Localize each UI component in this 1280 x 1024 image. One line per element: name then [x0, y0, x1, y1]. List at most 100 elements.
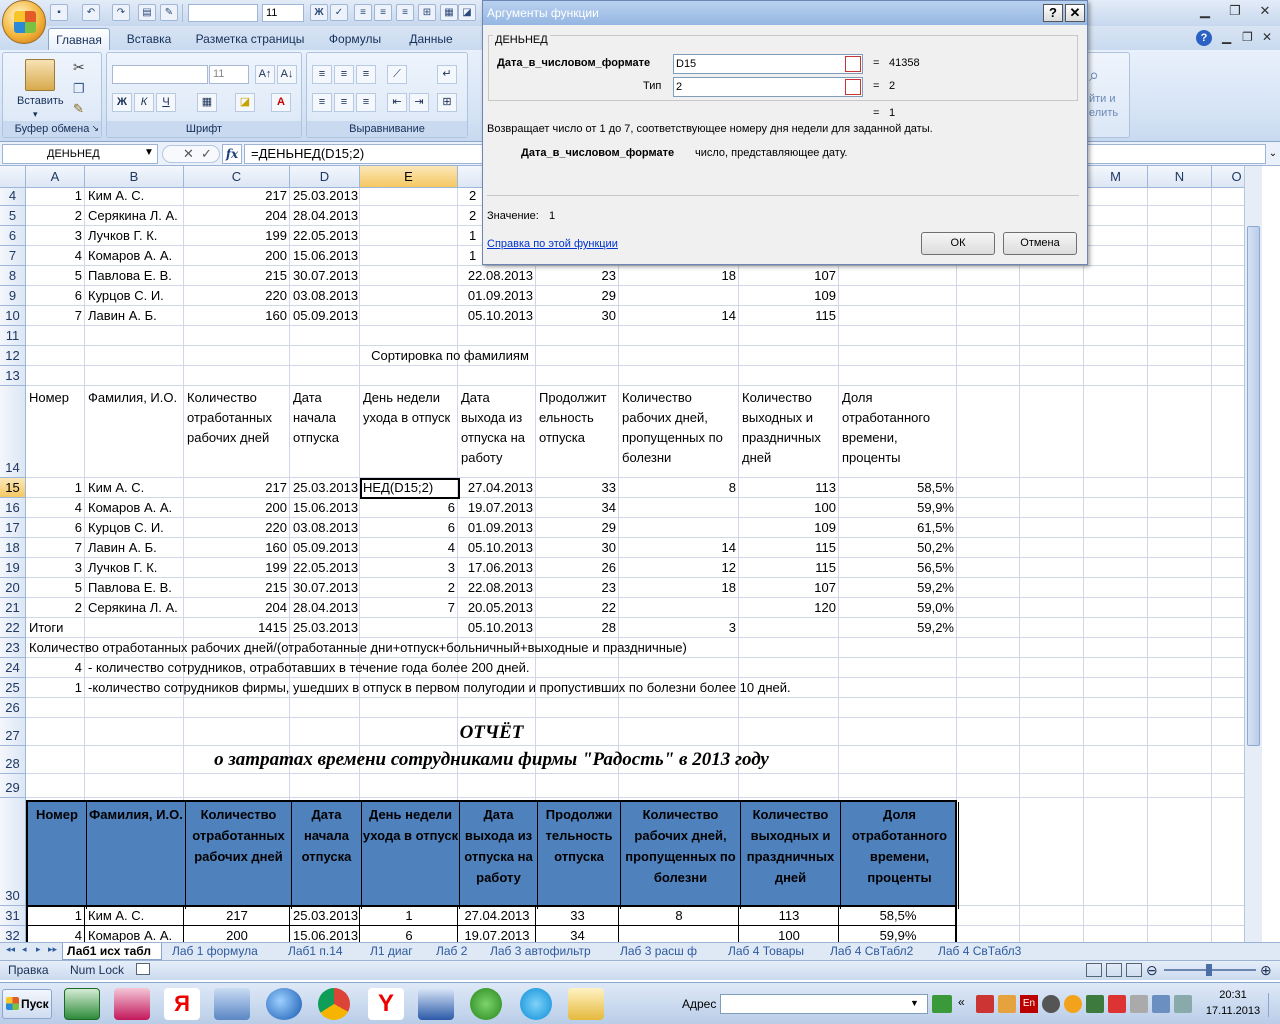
zoom-out-icon[interactable]: ⊖ [1146, 962, 1158, 979]
sheet-nav-prev-icon[interactable]: ◂ [22, 944, 27, 955]
chrome-taskbar-icon[interactable] [318, 988, 350, 1020]
tray-network-icon[interactable] [1130, 995, 1148, 1013]
find-select-label-2[interactable]: елить [1089, 107, 1118, 119]
show-desktop-button[interactable] [1268, 993, 1278, 1017]
row-header-26[interactable]: 26 [0, 698, 26, 718]
row-header-28[interactable]: 28 [0, 746, 26, 774]
qat-font-size-box[interactable]: 11 [262, 4, 304, 22]
row-header-8[interactable]: 8 [0, 266, 26, 286]
row-header-31[interactable]: 31 [0, 906, 26, 926]
column-header-b[interactable]: B [85, 166, 184, 188]
sheet-tab[interactable]: Лаб1 п.14 [284, 943, 360, 960]
minimize-icon[interactable]: ▁ [1190, 0, 1220, 22]
align-left-icon[interactable]: ≡ [312, 93, 332, 112]
restore-icon[interactable]: ❐ [1220, 0, 1250, 22]
underline-icon[interactable]: Ч [156, 93, 176, 112]
address-input[interactable] [720, 994, 928, 1014]
row-header-29[interactable]: 29 [0, 774, 26, 798]
decrease-indent-icon[interactable]: ⇤ [387, 93, 407, 112]
close-window-icon[interactable]: ✕ [1250, 0, 1280, 22]
paste-icon[interactable] [25, 59, 55, 91]
publisher-taskbar-icon[interactable] [114, 988, 150, 1020]
browser-globe-taskbar-icon[interactable] [266, 988, 302, 1020]
row-header-12[interactable]: 12 [0, 346, 26, 366]
vertical-scroll-thumb[interactable] [1247, 226, 1260, 746]
go-icon[interactable] [932, 995, 952, 1013]
language-indicator[interactable]: En [1020, 995, 1038, 1013]
sheet-tab[interactable]: Лаб 3 расш ф [616, 943, 716, 960]
row-header-19[interactable]: 19 [0, 558, 26, 578]
folder-taskbar-icon[interactable] [568, 988, 604, 1020]
row-header-20[interactable]: 20 [0, 578, 26, 598]
row-header-32[interactable]: 32 [0, 926, 26, 942]
tab-data[interactable]: Данные [398, 28, 464, 50]
row-header-18[interactable]: 18 [0, 538, 26, 558]
tray-tool-icon[interactable] [998, 995, 1016, 1013]
bold-icon[interactable]: Ж [112, 93, 132, 112]
enter-formula-icon[interactable]: ✓ [201, 146, 212, 162]
skype-taskbar-icon[interactable] [520, 988, 552, 1020]
find-select-label[interactable]: йти и [1089, 93, 1116, 105]
qat-font-name-box[interactable] [188, 4, 258, 22]
merge-qat-icon[interactable]: ⊞ [418, 4, 436, 21]
redo-icon[interactable]: ↷ [112, 4, 130, 21]
sheet-tab[interactable]: Лаб 3 автофильтр [486, 943, 610, 960]
sheet-tab[interactable]: Лаб 4 Товары [724, 943, 820, 960]
arg2-input[interactable]: 2 [673, 77, 863, 97]
row-header-21[interactable]: 21 [0, 598, 26, 618]
row-header-16[interactable]: 16 [0, 498, 26, 518]
italic-icon[interactable]: К [134, 93, 154, 112]
copy-icon[interactable]: ❐ [73, 81, 85, 97]
grow-font-icon[interactable]: A↑ [255, 65, 275, 84]
page-break-view-icon[interactable] [1126, 963, 1142, 977]
active-cell[interactable] [360, 478, 460, 499]
align-top-icon[interactable]: ≡ [312, 65, 332, 84]
tray-expand-icon[interactable]: « [958, 995, 965, 1009]
format-painter-icon[interactable]: ✎ [73, 101, 84, 117]
tray-webcam-icon[interactable] [1042, 995, 1060, 1013]
speaker-taskbar-icon[interactable] [214, 988, 250, 1020]
select-all-corner[interactable] [0, 166, 26, 188]
column-header-e[interactable]: E [360, 166, 458, 188]
row-header-13[interactable]: 13 [0, 366, 26, 386]
borders-icon[interactable]: ▦ [197, 93, 217, 112]
column-header-a[interactable]: A [26, 166, 85, 188]
yandex-browser-taskbar-icon[interactable]: Y [368, 988, 404, 1020]
cut-icon[interactable]: ✂ [73, 59, 85, 76]
fill-qat-icon[interactable]: ◪ [458, 4, 476, 21]
ok-button[interactable]: ОК [921, 232, 995, 255]
excel-taskbar-icon[interactable] [64, 988, 100, 1020]
clock-date[interactable]: 17.11.2013 [1200, 1005, 1266, 1017]
align-bottom-icon[interactable]: ≡ [356, 65, 376, 84]
address-dropdown-icon[interactable]: ▼ [910, 998, 919, 1008]
paste-label[interactable]: Вставить [17, 95, 64, 107]
ribbon-restore-icon[interactable]: ❐ [1242, 30, 1253, 44]
increase-indent-icon[interactable]: ⇥ [409, 93, 429, 112]
align-right-icon[interactable]: ≡ [356, 93, 376, 112]
column-header-m[interactable]: M [1084, 166, 1148, 188]
tray-antivirus-icon[interactable] [1108, 995, 1126, 1013]
tab-formulas[interactable]: Формулы [320, 28, 390, 50]
align-center-icon[interactable]: ≡ [334, 93, 354, 112]
arg1-collapse-icon[interactable] [845, 56, 861, 72]
row-header-4[interactable]: 4 [0, 186, 26, 206]
align-left-qat-icon[interactable]: ≡ [354, 4, 372, 21]
zoom-in-icon[interactable]: ⊕ [1260, 962, 1272, 979]
sheet-tab[interactable]: Лаб 2 [432, 943, 480, 960]
word-taskbar-icon[interactable] [418, 988, 454, 1020]
yandex-taskbar-icon[interactable]: Я [164, 988, 200, 1020]
function-help-link[interactable]: Справка по этой функции [487, 238, 618, 250]
tray-battery-icon[interactable] [1174, 995, 1192, 1013]
macro-record-icon[interactable] [136, 963, 150, 975]
undo-icon[interactable]: ↶ [82, 4, 100, 21]
row-header-22[interactable]: 22 [0, 618, 26, 638]
tray-update-icon[interactable] [1064, 995, 1082, 1013]
column-header-c[interactable]: C [184, 166, 290, 188]
binoculars-icon[interactable]: ⌕ [1089, 65, 1099, 86]
sheet-tab[interactable]: Лаб 4 СвТабл2 [826, 943, 926, 960]
worksheet-grid[interactable]: ABCDEFGHIJKLMNO4567891011121314151617181… [0, 166, 1262, 942]
border-qat-icon[interactable]: ▦ [440, 4, 458, 21]
column-header-d[interactable]: D [290, 166, 360, 188]
row-header-27[interactable]: 27 [0, 718, 26, 746]
save-icon[interactable]: ▪ [50, 4, 68, 21]
